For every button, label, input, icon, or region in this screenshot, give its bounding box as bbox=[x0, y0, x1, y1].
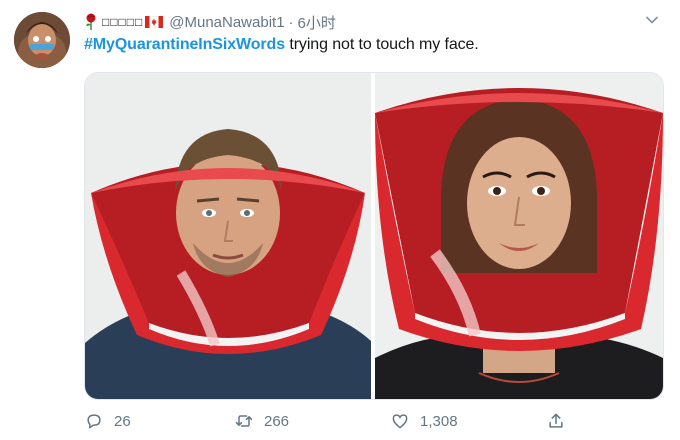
rose-icon bbox=[86, 13, 96, 30]
tweet-header: □□□□□ @MunaNawabit1 · 6小时 bbox=[84, 11, 336, 33]
chevron-down-icon[interactable] bbox=[644, 12, 660, 28]
reply-button[interactable]: 26 bbox=[84, 408, 131, 434]
hashtag-link[interactable]: #MyQuarantineInSixWords bbox=[84, 36, 285, 53]
canada-flag-icon bbox=[145, 16, 164, 28]
timestamp[interactable]: 6小时 bbox=[298, 12, 336, 33]
tweet[interactable]: □□□□□ @MunaNawabit1 · 6小时 #MyQuarantineI… bbox=[0, 0, 680, 440]
separator-dot: · bbox=[288, 13, 294, 31]
reply-icon bbox=[87, 414, 101, 429]
share-icon bbox=[549, 413, 563, 428]
tweet-media[interactable] bbox=[84, 72, 664, 400]
like-count: 1,308 bbox=[420, 412, 458, 430]
user-handle[interactable]: @MunaNawabit1 bbox=[169, 14, 284, 31]
retweet-count: 266 bbox=[264, 412, 290, 430]
media-photo-man[interactable] bbox=[85, 73, 371, 399]
avatar[interactable] bbox=[14, 12, 70, 68]
reply-count: 26 bbox=[114, 412, 131, 430]
like-button[interactable]: 1,308 bbox=[390, 408, 458, 434]
media-photo-woman[interactable] bbox=[375, 73, 663, 399]
heart-icon bbox=[392, 414, 408, 429]
share-button[interactable] bbox=[546, 408, 576, 434]
retweet-icon bbox=[235, 415, 253, 427]
retweet-button[interactable]: 266 bbox=[234, 408, 289, 434]
tweet-body: trying not to touch my face. bbox=[285, 36, 479, 53]
tweet-text: #MyQuarantineInSixWords trying not to to… bbox=[84, 36, 479, 54]
woman-cone-illustration bbox=[375, 73, 663, 399]
tweet-actions: 26 266 1,308 bbox=[84, 408, 584, 434]
man-cone-illustration bbox=[85, 73, 371, 399]
display-name[interactable]: □□□□□ bbox=[102, 15, 143, 29]
